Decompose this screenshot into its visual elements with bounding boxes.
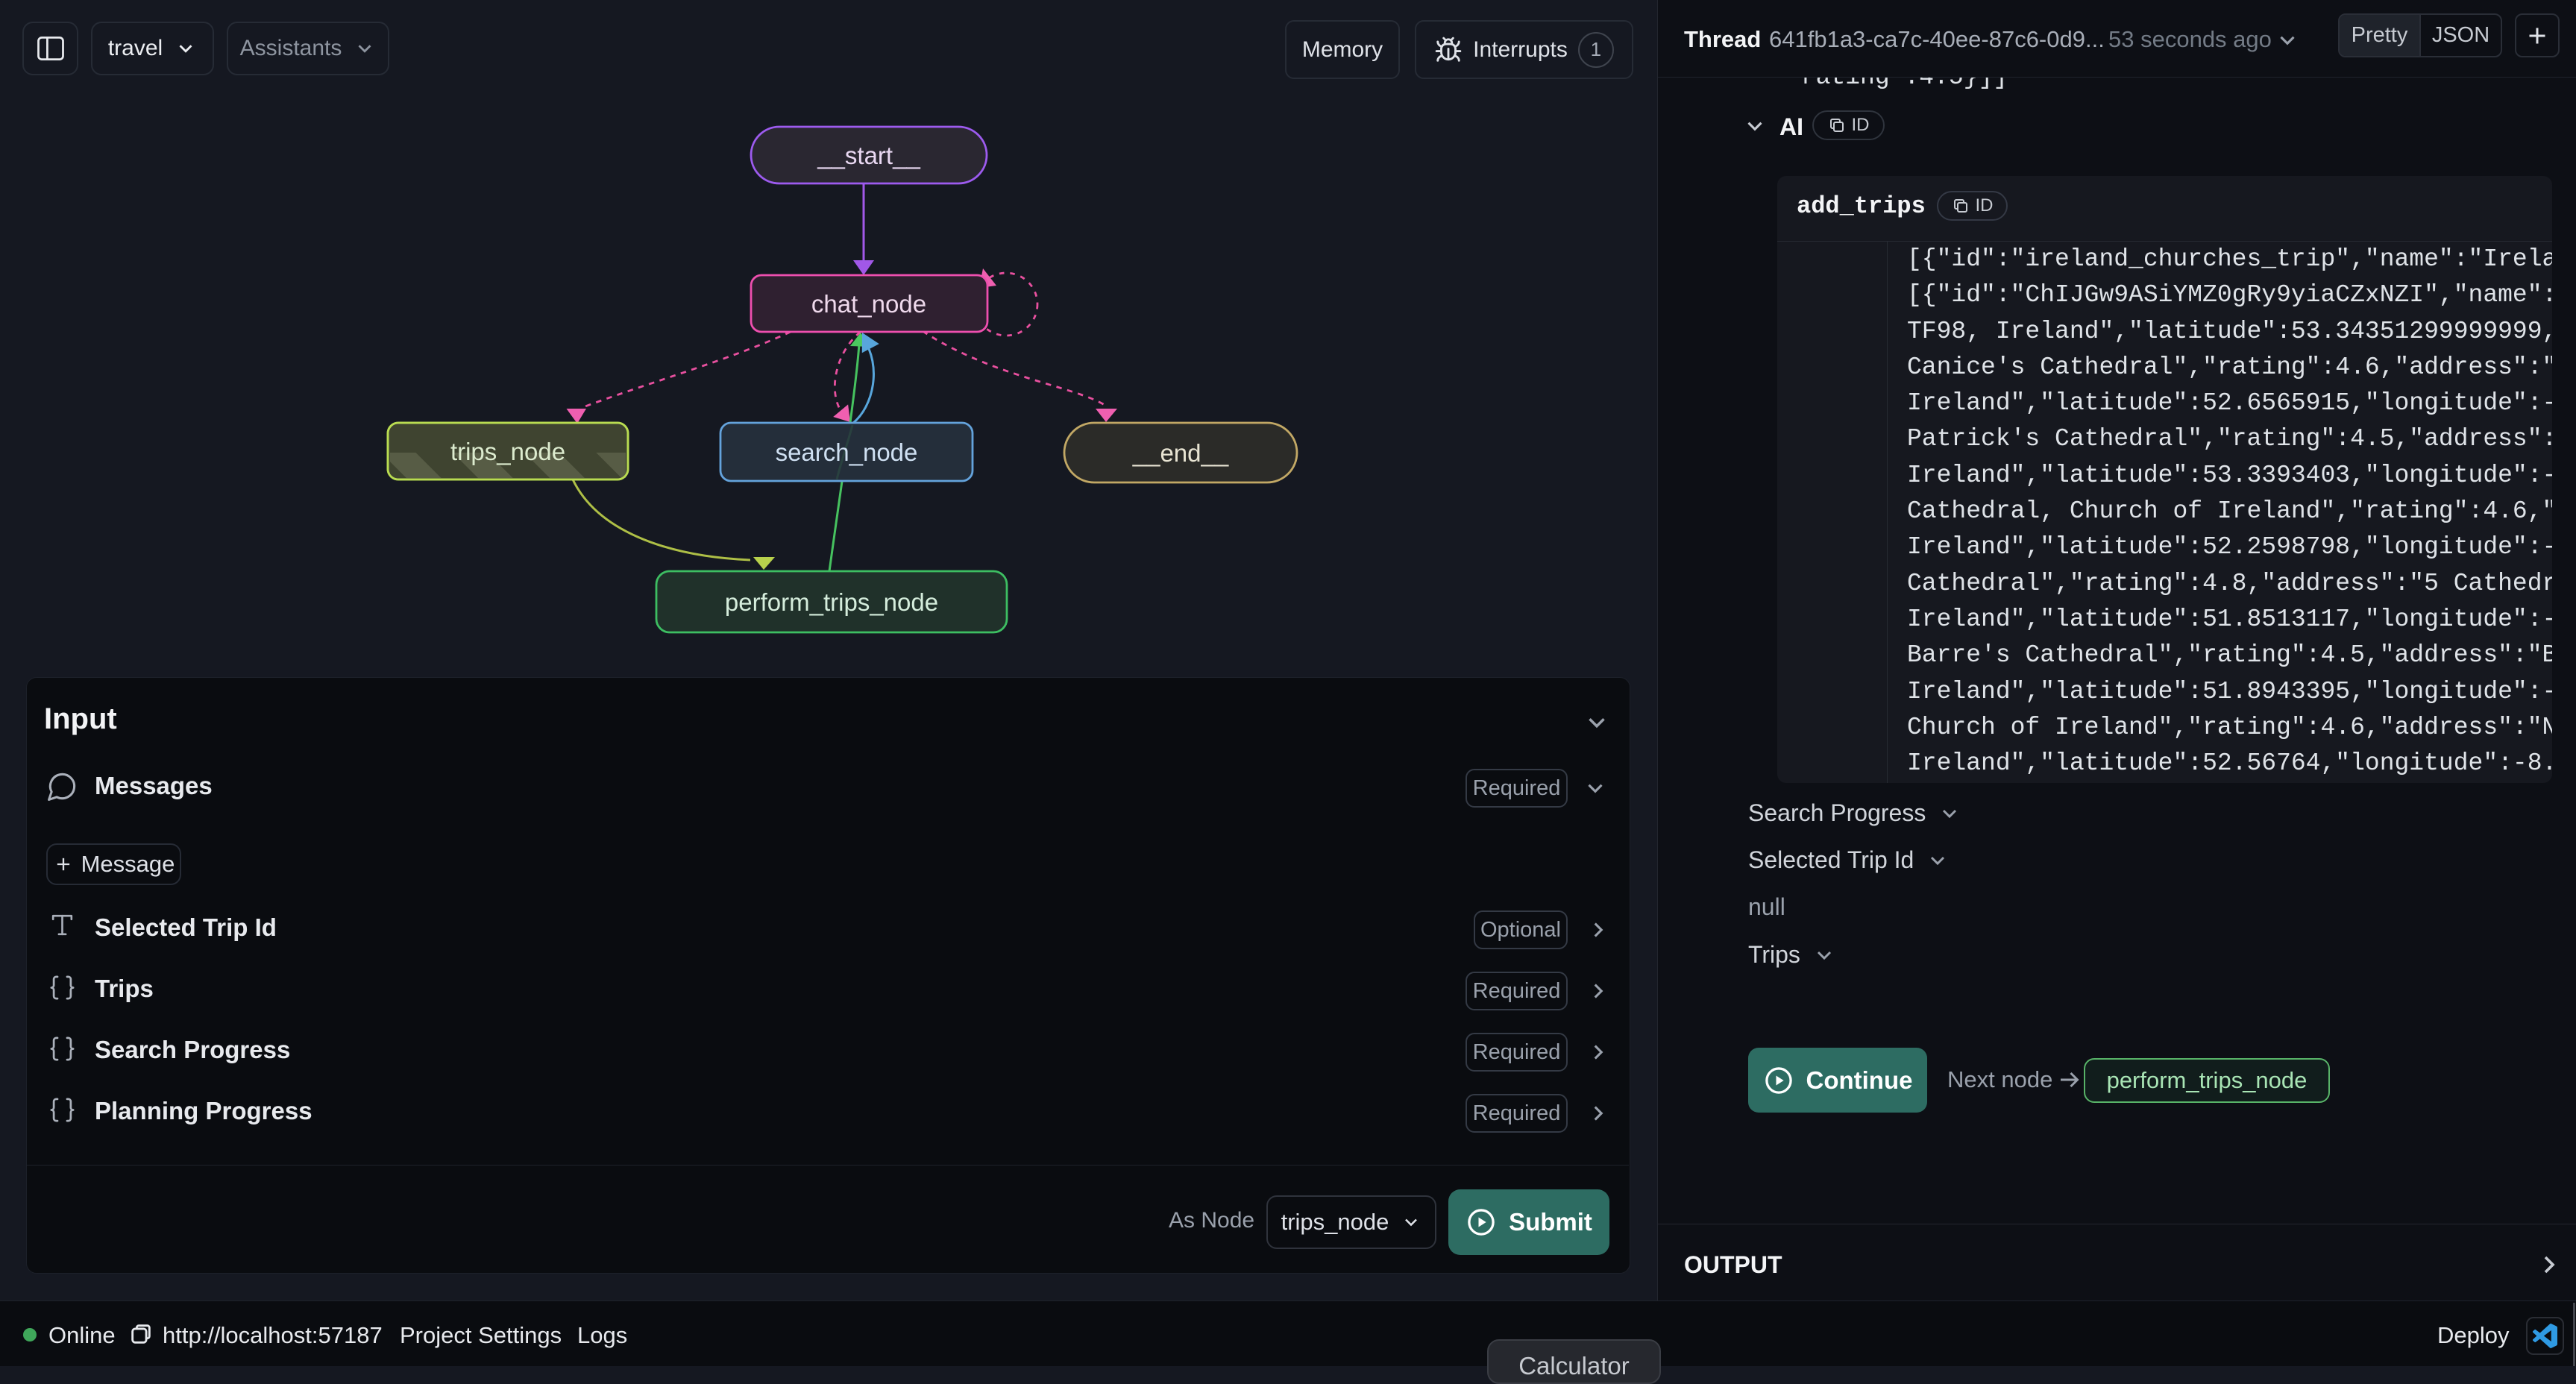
- svg-text:__end__: __end__: [1132, 439, 1229, 467]
- svg-text:__start__: __start__: [817, 142, 920, 169]
- svg-text:trips_node: trips_node: [450, 438, 565, 465]
- svg-text:perform_trips_node: perform_trips_node: [725, 588, 938, 616]
- svg-text:search_node: search_node: [776, 438, 918, 466]
- svg-text:chat_node: chat_node: [811, 290, 926, 318]
